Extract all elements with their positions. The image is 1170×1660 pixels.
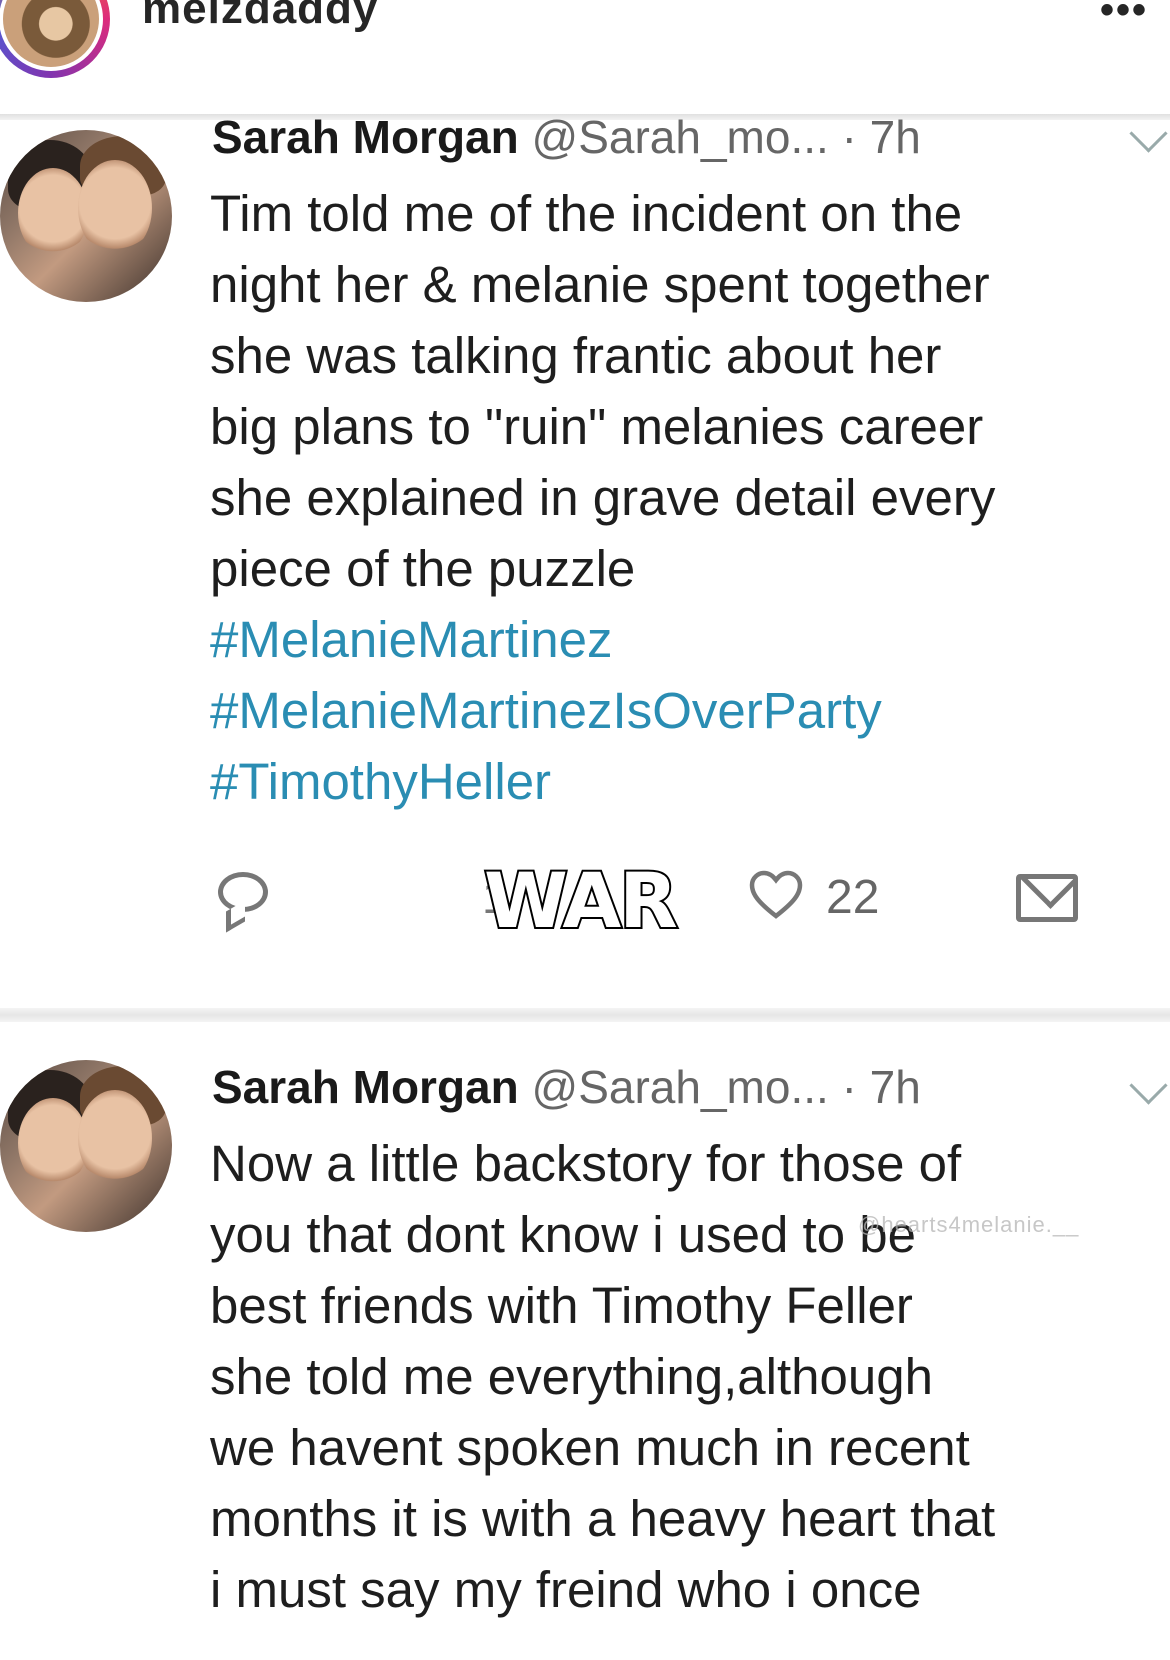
hashtag-link[interactable]: #MelanieMartinez — [210, 604, 1170, 675]
like-count: 22 — [826, 871, 880, 924]
tweet-card: Sarah Morgan @Sarah_mo... · 7h Tim told … — [0, 111, 1170, 1020]
story-avatar-ring[interactable] — [0, 0, 110, 78]
profile-avatar[interactable] — [0, 0, 103, 71]
tweet-card: Sarah Morgan @Sarah_mo... · 7h Now a lit… — [0, 1020, 1170, 1660]
tweet-text-line: we havent spoken much in recent — [210, 1419, 970, 1476]
hashtag-link[interactable]: #TimothyHeller — [210, 746, 1170, 817]
author-handle-time: @Sarah_mo... · 7h — [518, 1061, 921, 1113]
tweet-text-line: months it is with a heavy heart that — [210, 1490, 996, 1547]
tweet-text-line: night her & melanie spent together — [210, 256, 990, 313]
tweet-avatar[interactable] — [0, 130, 172, 302]
ellipsis-icon[interactable]: ••• — [1100, 0, 1148, 30]
tweet-header: Sarah Morgan @Sarah_mo... · 7h — [212, 110, 921, 164]
tweet-body: Now a little backstory for those of you … — [210, 1128, 1170, 1625]
tweet-avatar[interactable] — [0, 1060, 172, 1232]
author-name[interactable]: Sarah Morgan — [212, 1061, 519, 1113]
tweet-text-line: piece of the puzzle — [210, 540, 636, 597]
tweet-text-line: best friends with Timothy Feller — [210, 1277, 913, 1334]
author-name[interactable]: Sarah Morgan — [212, 111, 519, 163]
tweet-header: Sarah Morgan @Sarah_mo... · 7h — [212, 1060, 921, 1114]
watermark-text: @hearts4melanie.__ — [858, 1212, 1080, 1237]
tweet-text-line: Tim told me of the incident on the — [210, 185, 963, 242]
overlay-caption: WAR — [482, 854, 680, 947]
heart-icon[interactable] — [748, 870, 804, 920]
envelope-icon[interactable] — [1016, 874, 1078, 922]
tweet-text-line: she was talking frantic about her — [210, 327, 942, 384]
author-handle-time: @Sarah_mo... · 7h — [518, 111, 921, 163]
username[interactable]: melzdaddy — [142, 0, 378, 34]
tweet-text-line: Now a little backstory for those of — [210, 1135, 962, 1192]
chevron-down-icon[interactable] — [1129, 1066, 1168, 1105]
tweet-text-line: she told me everything,although — [210, 1348, 933, 1405]
tweet-text-line: big plans to "ruin" melanies career — [210, 398, 984, 455]
hashtag-link[interactable]: #MelanieMartinezIsOverParty — [210, 675, 1170, 746]
tweet-text-line: she explained in grave detail every — [210, 469, 996, 526]
instagram-header: melzdaddy ••• — [0, 0, 1170, 118]
tweet-body: Tim told me of the incident on the night… — [210, 178, 1170, 817]
tweet-text-line: i must say my freind who i once — [210, 1561, 922, 1618]
chevron-down-icon[interactable] — [1129, 114, 1168, 153]
tweet-actions: 1 WAR 22 — [0, 840, 1170, 950]
